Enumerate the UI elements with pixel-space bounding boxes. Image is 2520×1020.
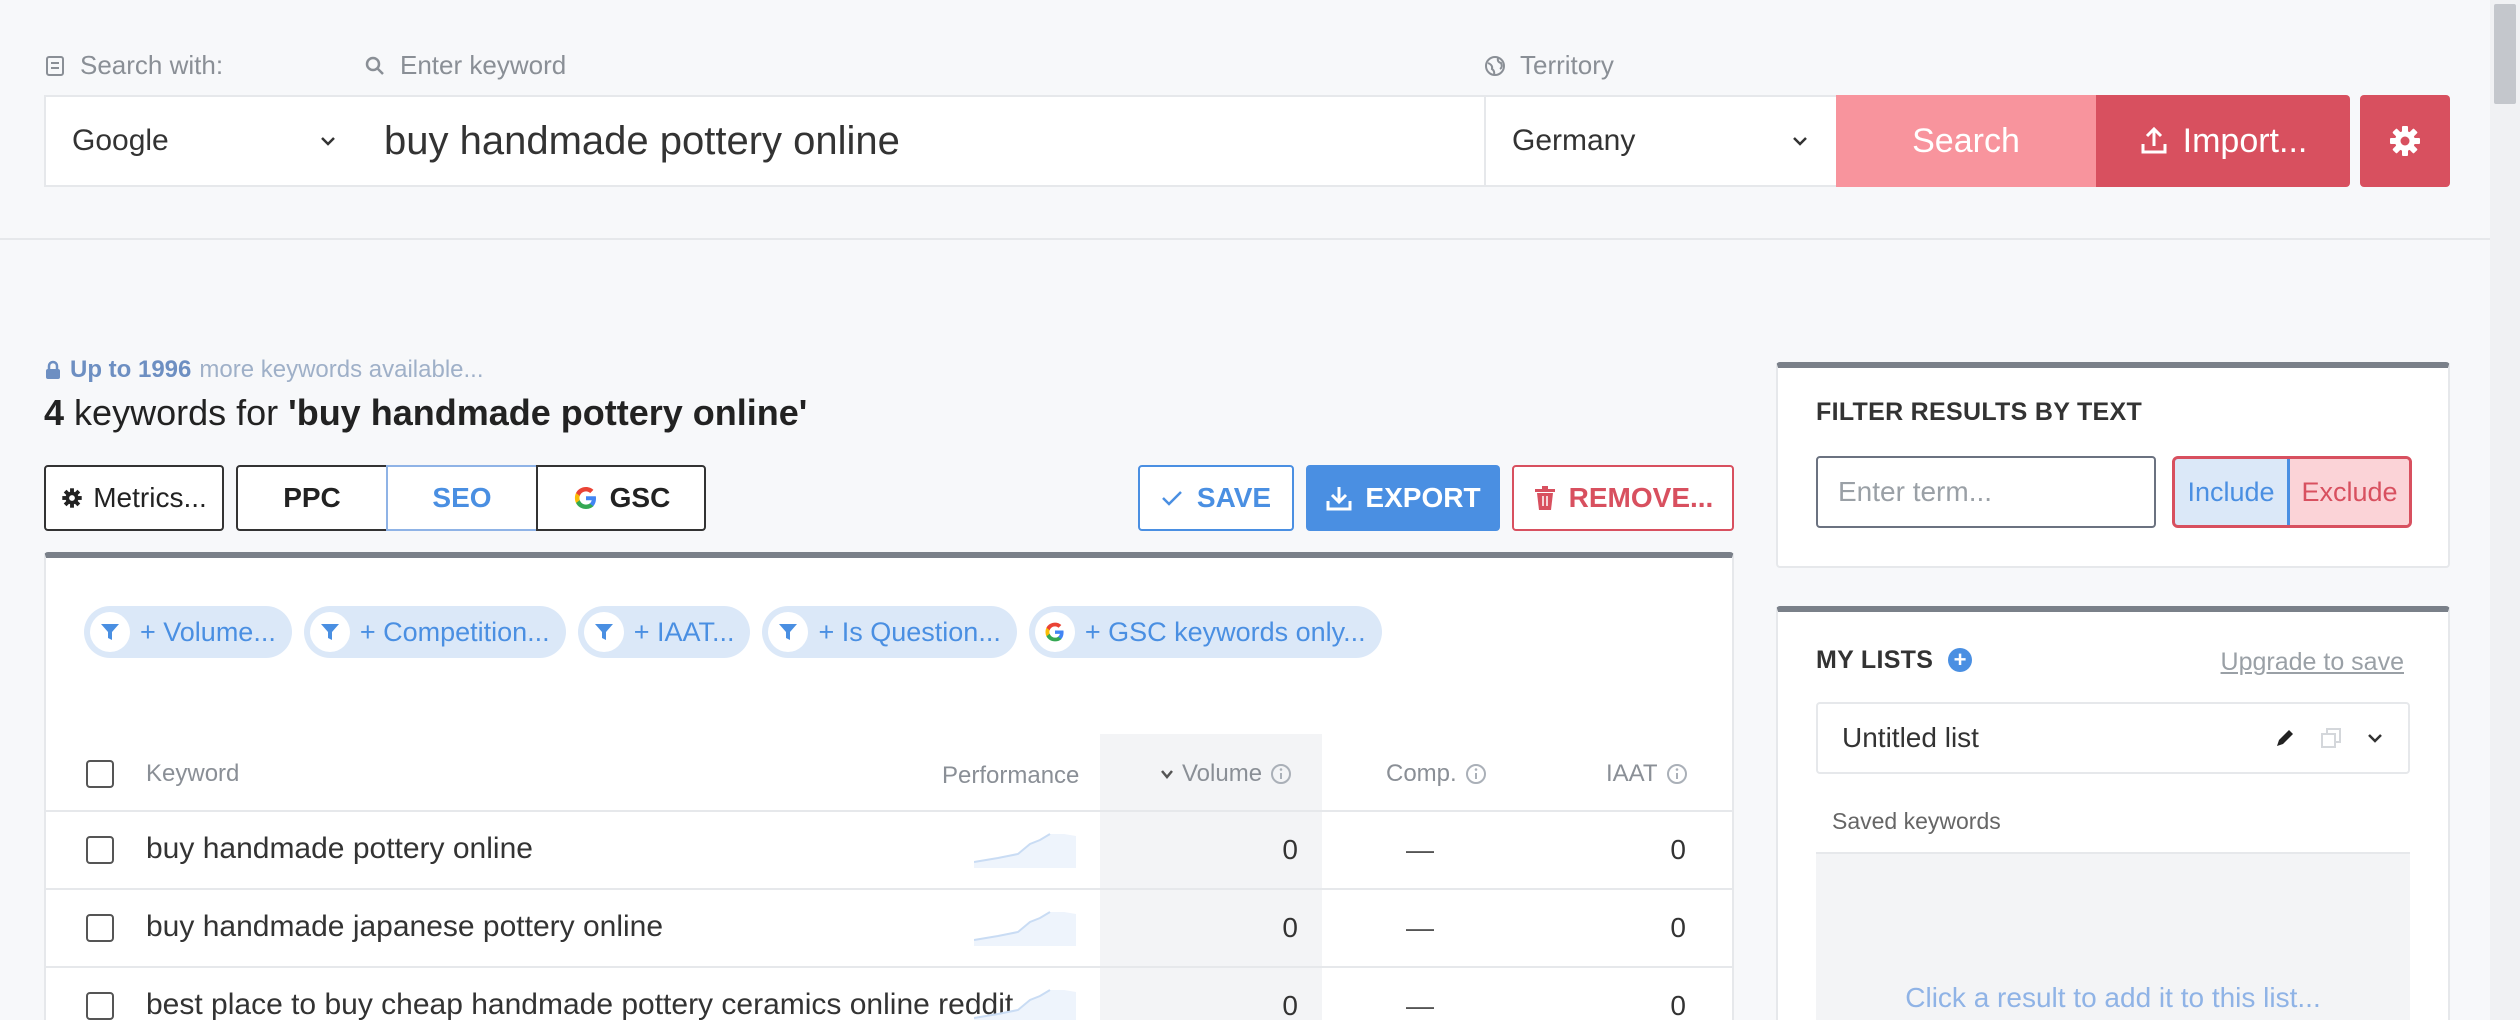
search-button[interactable]: Search bbox=[1836, 95, 2096, 187]
filter-results-panel: FILTER RESULTS BY TEXT Enter term... Inc… bbox=[1776, 362, 2450, 568]
lists-panel-title: MY LISTS bbox=[1816, 646, 1934, 674]
search-icon bbox=[365, 56, 384, 75]
add-list-icon[interactable]: + bbox=[1948, 648, 1972, 672]
header-divider bbox=[0, 238, 2520, 240]
select-all-checkbox[interactable] bbox=[86, 760, 114, 788]
settings-button[interactable] bbox=[2360, 95, 2450, 187]
import-button[interactable]: Import... bbox=[2096, 95, 2350, 187]
google-icon bbox=[1034, 612, 1075, 652]
funnel-icon bbox=[309, 612, 350, 652]
globe-icon bbox=[1485, 55, 1505, 76]
column-keyword[interactable]: Keyword bbox=[146, 760, 239, 788]
row-checkbox[interactable] bbox=[86, 914, 114, 942]
more-keywords-notice[interactable]: Up to 1996 more keywords available... bbox=[44, 356, 484, 384]
export-button[interactable]: EXPORT bbox=[1306, 465, 1500, 531]
upgrade-link[interactable]: Upgrade to save bbox=[2221, 648, 2404, 677]
document-icon bbox=[46, 55, 64, 76]
upload-icon bbox=[2141, 126, 2167, 154]
table-row[interactable]: best place to buy cheap handmade pottery… bbox=[46, 966, 1732, 1020]
download-icon bbox=[1326, 487, 1352, 511]
funnel-icon bbox=[768, 612, 809, 652]
filter-chip-gsc-only[interactable]: + GSC keywords only... bbox=[1028, 606, 1382, 658]
filter-term-input[interactable]: Enter term... bbox=[1816, 456, 2156, 528]
funnel-icon bbox=[583, 612, 624, 652]
column-comp[interactable]: Comp. bbox=[1386, 760, 1487, 788]
tab-gsc[interactable]: GSC bbox=[536, 465, 706, 531]
chevron-down-icon bbox=[1161, 770, 1173, 779]
funnel-icon bbox=[90, 612, 130, 652]
territory-label: Territory bbox=[1484, 50, 1614, 81]
metrics-button[interactable]: Metrics... bbox=[44, 465, 224, 531]
filter-chips: + Volume... + Competition... + IAAT... +… bbox=[84, 606, 1382, 658]
chevron-down-icon[interactable] bbox=[2366, 729, 2384, 747]
save-button[interactable]: SAVE bbox=[1138, 465, 1294, 531]
filter-chip-competition[interactable]: + Competition... bbox=[303, 606, 566, 658]
page-scrollbar[interactable] bbox=[2490, 0, 2520, 1020]
remove-button[interactable]: REMOVE... bbox=[1512, 465, 1734, 531]
check-icon bbox=[1162, 491, 1182, 506]
include-exclude-toggle: Include Exclude bbox=[2172, 456, 2412, 528]
list-select[interactable]: Untitled list bbox=[1816, 702, 2410, 774]
row-checkbox[interactable] bbox=[86, 836, 114, 864]
scrollbar-thumb[interactable] bbox=[2494, 4, 2516, 104]
trash-icon bbox=[1534, 486, 1555, 510]
info-icon[interactable] bbox=[1465, 763, 1487, 785]
performance-sparkline bbox=[974, 911, 1076, 946]
filter-chip-volume[interactable]: + Volume... bbox=[84, 606, 292, 658]
column-volume[interactable]: Volume bbox=[1160, 760, 1292, 788]
column-iaat[interactable]: IAAT bbox=[1606, 760, 1688, 788]
saved-keywords-empty-text: Click a result to add it to this list... bbox=[1905, 982, 2321, 1013]
results-table-panel: + Volume... + Competition... + IAAT... +… bbox=[44, 552, 1734, 1020]
search-engine-select[interactable]: Google bbox=[44, 95, 366, 187]
gear-icon bbox=[2390, 126, 2420, 156]
gear-icon bbox=[62, 488, 82, 508]
chevron-down-icon bbox=[1793, 137, 1807, 146]
lock-icon bbox=[46, 360, 60, 379]
keyword-input[interactable]: buy handmade pottery online bbox=[364, 95, 1486, 187]
row-checkbox[interactable] bbox=[86, 992, 114, 1020]
performance-sparkline bbox=[974, 989, 1076, 1020]
include-button[interactable]: Include bbox=[2175, 459, 2290, 525]
results-heading: 4 keywords for 'buy handmade pottery onl… bbox=[44, 392, 808, 433]
google-icon bbox=[574, 487, 596, 509]
performance-sparkline bbox=[974, 833, 1076, 868]
my-lists-panel: MY LISTS + Upgrade to save Untitled list… bbox=[1776, 606, 2450, 1020]
exclude-button[interactable]: Exclude bbox=[2290, 459, 2409, 525]
filter-panel-title: FILTER RESULTS BY TEXT bbox=[1816, 398, 2143, 426]
chevron-down-icon bbox=[321, 137, 335, 146]
table-row[interactable]: buy handmade pottery online 0 — 0 bbox=[46, 810, 1732, 888]
pencil-icon[interactable] bbox=[2274, 727, 2296, 749]
territory-select[interactable]: Germany bbox=[1484, 95, 1838, 187]
filter-chip-iaat[interactable]: + IAAT... bbox=[577, 606, 751, 658]
info-icon[interactable] bbox=[1666, 763, 1688, 785]
table-row[interactable]: buy handmade japanese pottery online 0 —… bbox=[46, 888, 1732, 966]
search-engine-label: Search with: bbox=[44, 50, 223, 81]
saved-keywords-label: Saved keywords bbox=[1832, 808, 2001, 834]
keyword-label: Enter keyword bbox=[364, 50, 566, 81]
saved-keywords-area: Click a result to add it to this list... bbox=[1816, 852, 2410, 1020]
tab-ppc[interactable]: PPC bbox=[236, 465, 388, 531]
info-icon[interactable] bbox=[1270, 763, 1292, 785]
filter-chip-is-question[interactable]: + Is Question... bbox=[762, 606, 1017, 658]
column-performance[interactable]: Performance bbox=[942, 762, 1079, 790]
copy-icon[interactable] bbox=[2320, 727, 2342, 749]
tab-seo[interactable]: SEO bbox=[386, 465, 538, 531]
